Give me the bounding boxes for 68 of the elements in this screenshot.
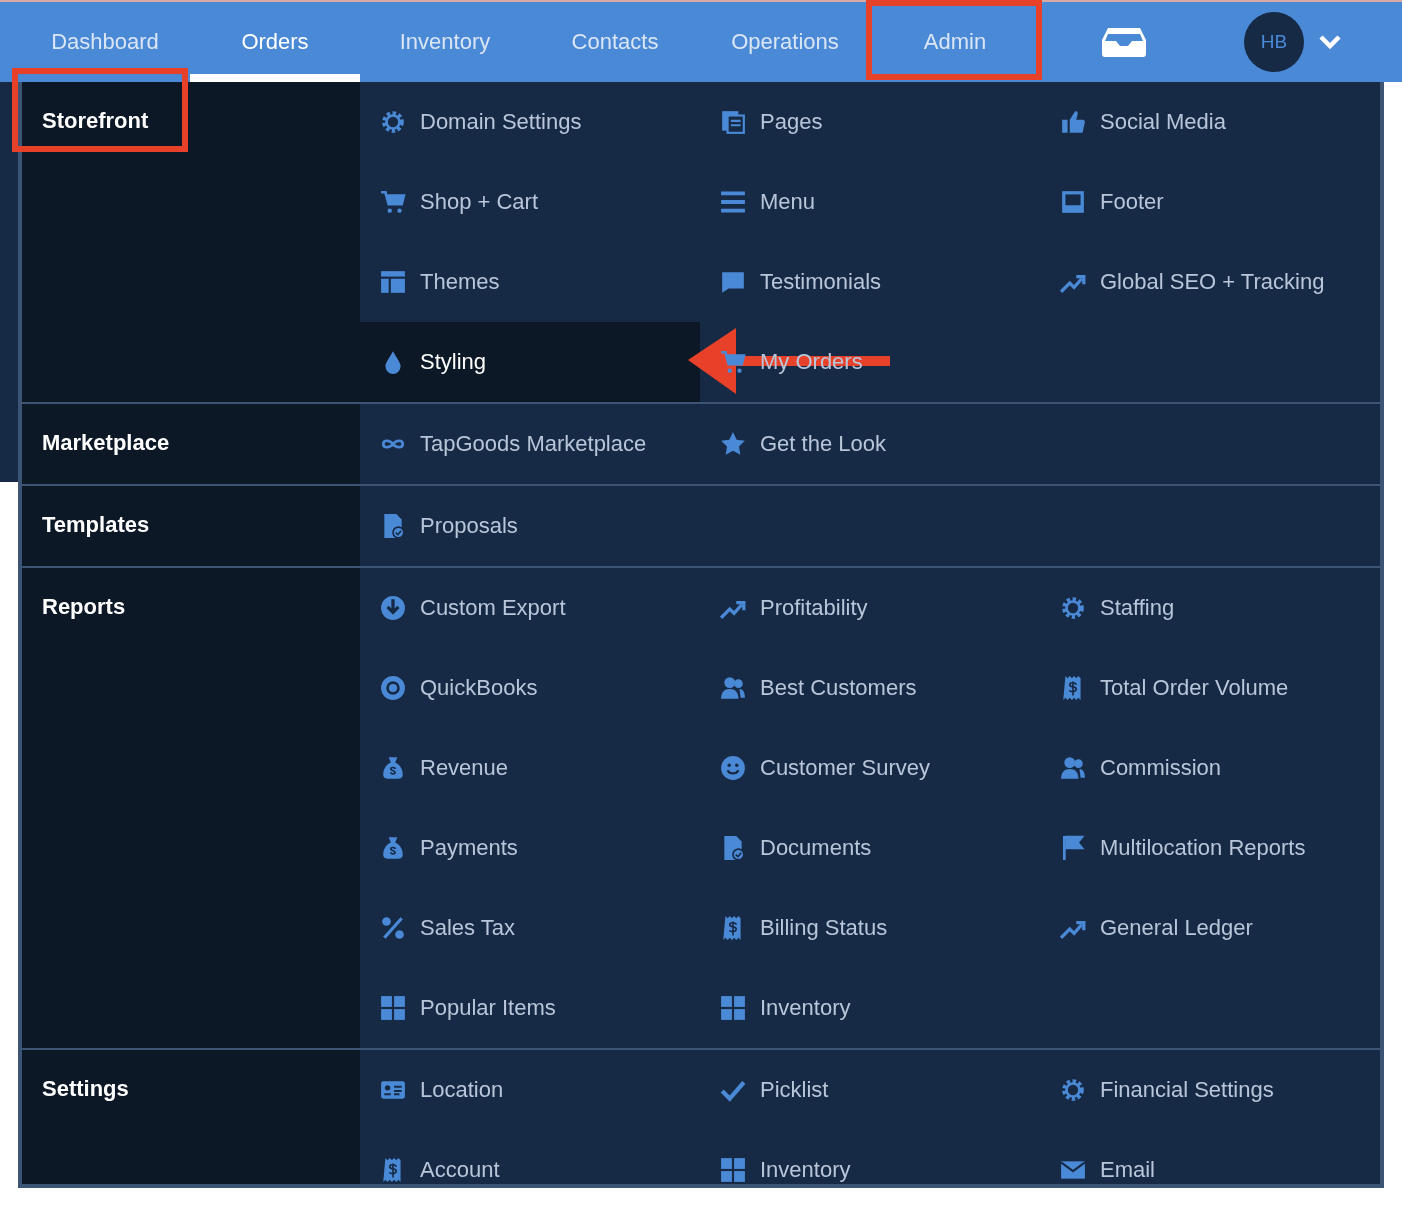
section-heading: Settings	[42, 1076, 129, 1102]
menu-link[interactable]: Financial Settings	[1060, 1077, 1274, 1103]
menu-link[interactable]: Payments	[380, 835, 518, 861]
menu-link[interactable]: Account	[380, 1157, 500, 1183]
menu-link[interactable]: Staffing	[1060, 595, 1175, 621]
layout-icon	[380, 269, 406, 295]
menu-link[interactable]: Inventory	[720, 1157, 851, 1183]
menu-link[interactable]: Picklist	[720, 1077, 829, 1103]
thumbs-up-icon	[1060, 109, 1086, 135]
menu-link[interactable]: Commission	[1060, 755, 1222, 781]
people-icon	[720, 675, 746, 701]
menu-link[interactable]: Location	[380, 1077, 504, 1103]
menu-link[interactable]: Testimonials	[720, 269, 882, 295]
menu-link[interactable]: Custom Export	[380, 595, 566, 621]
section-heading: Reports	[42, 594, 126, 620]
section-heading: Marketplace	[42, 430, 170, 456]
menu-link[interactable]: Customer Survey	[720, 755, 930, 781]
menu-link[interactable]: Profitability	[720, 595, 868, 621]
menu-link[interactable]: Global SEO + Tracking	[1060, 269, 1325, 295]
inbox-icon[interactable]	[1100, 26, 1148, 58]
gear-icon	[1060, 1077, 1086, 1103]
menu-link[interactable]: Shop + Cart	[380, 189, 538, 215]
cart-icon	[380, 189, 406, 215]
menu-link[interactable]: Menu	[720, 189, 816, 215]
grid-icon	[720, 995, 746, 1021]
circle-logo-icon	[380, 675, 406, 701]
section-heading: Templates	[42, 512, 150, 538]
star-icon	[720, 431, 746, 457]
menu-link[interactable]: QuickBooks	[380, 675, 538, 701]
percent-icon	[380, 915, 406, 941]
screen-icon	[1060, 189, 1086, 215]
menu-link[interactable]: Sales Tax	[380, 915, 515, 941]
menu-link[interactable]: Popular Items	[380, 995, 556, 1021]
gear-icon	[1060, 595, 1086, 621]
pages-icon	[720, 109, 746, 135]
menu-link[interactable]: TapGoods Marketplace	[380, 431, 647, 457]
download-icon	[380, 595, 406, 621]
money-bag-icon	[380, 755, 406, 781]
menu-icon	[720, 189, 746, 215]
menu-link[interactable]: Inventory	[720, 995, 851, 1021]
chevron-down-icon[interactable]	[1318, 34, 1342, 50]
gear-icon	[380, 109, 406, 135]
chat-bubble-icon	[720, 269, 746, 295]
menu-link[interactable]: Best Customers	[720, 675, 917, 701]
cart-icon	[720, 349, 746, 375]
menu-link[interactable]: Total Order Volume	[1060, 675, 1289, 701]
menu-link[interactable]: Documents	[720, 835, 872, 861]
grid-icon	[720, 1157, 746, 1183]
menu-link[interactable]: Footer	[1060, 189, 1164, 215]
user-avatar[interactable]: HB	[1244, 12, 1304, 72]
menu-link[interactable]: Social Media	[1060, 109, 1226, 135]
menu-link[interactable]: Revenue	[380, 755, 509, 781]
money-bag-icon	[380, 835, 406, 861]
section-heading: Storefront	[42, 108, 149, 134]
smiley-icon	[720, 755, 746, 781]
menu-link[interactable]: Themes	[380, 269, 500, 295]
grid-icon	[380, 995, 406, 1021]
flag-icon	[1060, 835, 1086, 861]
menu-link[interactable]: Styling	[380, 349, 487, 375]
menu-link[interactable]: Pages	[720, 109, 823, 135]
menu-link[interactable]: General Ledger	[1060, 915, 1253, 941]
menu-link[interactable]: Get the Look	[720, 431, 886, 457]
menu-link[interactable]: Email	[1060, 1157, 1155, 1183]
menu-link[interactable]: Multilocation Reports	[1060, 835, 1306, 861]
menu-link[interactable]: Proposals	[380, 513, 518, 539]
menu-link[interactable]: Domain Settings	[380, 109, 582, 135]
menu-link[interactable]: Billing Status	[720, 915, 888, 941]
people-icon	[1060, 755, 1086, 781]
